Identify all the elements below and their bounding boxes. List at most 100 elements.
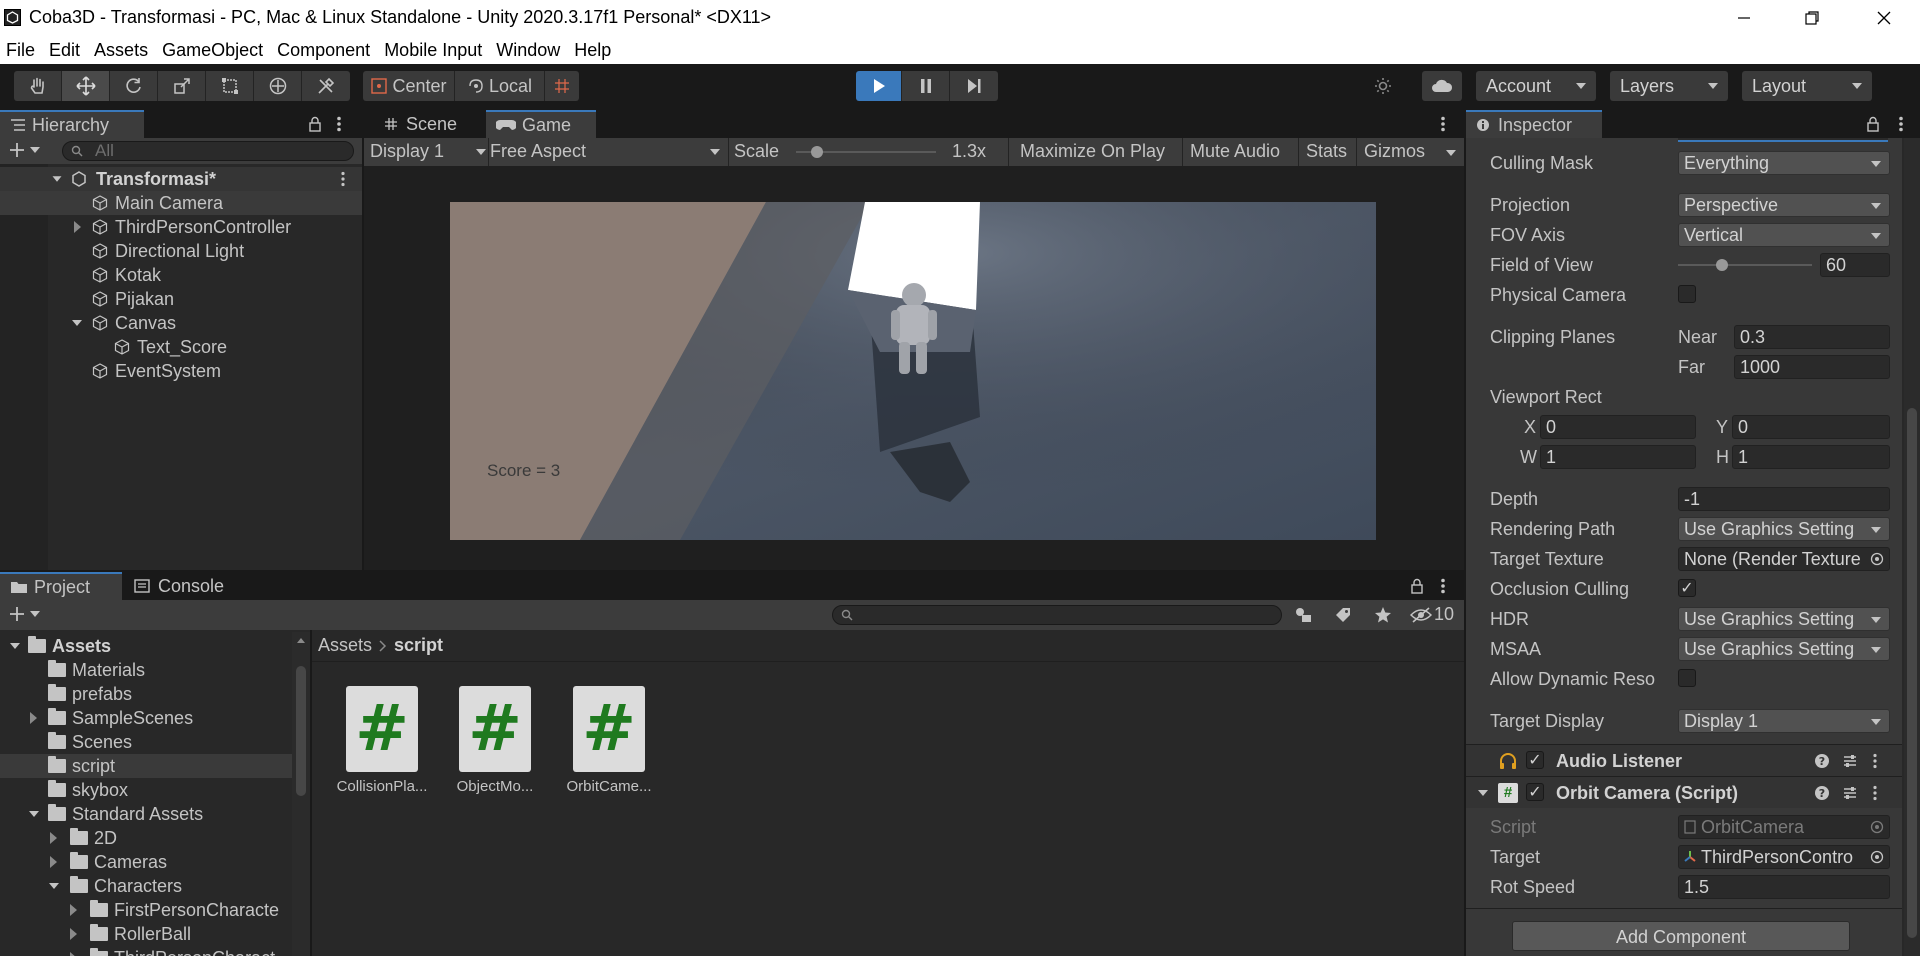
stats-toggle[interactable]: Stats (1306, 141, 1347, 162)
kebab-menu-icon[interactable] (336, 116, 342, 132)
occlusion-culling-checkbox[interactable]: ✓ (1678, 579, 1696, 597)
target-field[interactable]: ThirdPersonContro (1678, 845, 1890, 869)
asset-objectmove[interactable]: # ObjectMo... (440, 686, 550, 806)
audio-listener-header[interactable]: ✓ Audio Listener ? (1466, 744, 1902, 776)
tree-item-skybox[interactable]: skybox (0, 778, 292, 802)
far-field[interactable]: 1000 (1734, 355, 1890, 379)
expand-arrow-icon[interactable] (52, 176, 62, 182)
close-button[interactable] (1852, 0, 1916, 36)
kebab-menu-icon[interactable] (1872, 785, 1878, 801)
breadcrumb-script[interactable]: script (394, 635, 443, 656)
menu-file[interactable]: File (6, 40, 35, 61)
tree-item-characters[interactable]: Characters (0, 874, 292, 898)
gizmos-chevron-icon[interactable] (1446, 150, 1456, 156)
play-button[interactable] (856, 71, 902, 101)
gizmos-toggle[interactable]: Gizmos (1364, 141, 1425, 162)
menu-edit[interactable]: Edit (49, 40, 80, 61)
near-field[interactable]: 0.3 (1734, 325, 1890, 349)
msaa-dropdown[interactable]: Use Graphics Setting (1678, 637, 1890, 661)
mute-audio-toggle[interactable]: Mute Audio (1190, 141, 1280, 162)
hierarchy-item-pijakan[interactable]: Pijakan (0, 287, 362, 311)
tab-scene[interactable]: Scene (374, 110, 484, 138)
hand-tool-icon[interactable] (14, 71, 62, 101)
fov-value-field[interactable]: 60 (1820, 253, 1890, 277)
tree-item-assets[interactable]: Assets (0, 634, 292, 658)
depth-field[interactable]: -1 (1678, 487, 1890, 511)
allow-dynamic-checkbox[interactable] (1678, 669, 1696, 687)
presets-icon[interactable] (1842, 753, 1858, 769)
hierarchy-item-main-camera[interactable]: Main Camera (0, 191, 362, 215)
minimize-button[interactable] (1712, 0, 1776, 36)
orbit-camera-header[interactable]: # ✓ Orbit Camera (Script) ? (1466, 776, 1902, 808)
rot-speed-field[interactable]: 1.5 (1678, 875, 1890, 899)
hierarchy-item-eventsystem[interactable]: EventSystem (0, 359, 362, 383)
transform-tool-icon[interactable] (254, 71, 302, 101)
viewport-x-field[interactable]: 0 (1540, 415, 1696, 439)
hdr-dropdown[interactable]: Use Graphics Setting (1678, 607, 1890, 631)
rect-tool-icon[interactable] (206, 71, 254, 101)
viewport-h-field[interactable]: 1 (1732, 445, 1890, 469)
expand-arrow-icon[interactable] (72, 320, 82, 326)
layers-dropdown[interactable]: Layers (1610, 71, 1728, 101)
add-component-button[interactable]: Add Component (1512, 921, 1850, 951)
project-tree-scrollbar[interactable] (292, 632, 310, 956)
object-picker-icon[interactable] (1870, 850, 1884, 864)
hierarchy-item-kotak[interactable]: Kotak (0, 263, 362, 287)
menu-help[interactable]: Help (574, 40, 611, 61)
physical-camera-checkbox[interactable] (1678, 285, 1696, 303)
aspect-dropdown[interactable]: Free Aspect (490, 141, 720, 162)
tree-item-script[interactable]: script (0, 754, 292, 778)
move-tool-icon[interactable] (62, 71, 110, 101)
kebab-menu-icon[interactable] (1898, 116, 1904, 132)
rendering-path-dropdown[interactable]: Use Graphics Setting (1678, 517, 1890, 541)
tab-hierarchy[interactable]: Hierarchy (0, 110, 144, 138)
tree-item-thirdpersoncharacter[interactable]: ThirdPersonCharact (0, 946, 292, 956)
expand-arrow-icon[interactable] (74, 221, 81, 233)
projection-dropdown[interactable]: Perspective (1678, 193, 1890, 217)
step-button[interactable] (950, 71, 998, 101)
tab-project[interactable]: Project (0, 572, 122, 600)
viewport-w-field[interactable]: 1 (1540, 445, 1696, 469)
tree-item-cameras[interactable]: Cameras (0, 850, 292, 874)
hierarchy-search-input[interactable]: All (62, 141, 354, 161)
tree-item-prefabs[interactable]: prefabs (0, 682, 292, 706)
menu-assets[interactable]: Assets (94, 40, 148, 61)
asset-collisionplayer[interactable]: # CollisionPla... (327, 686, 437, 806)
culling-mask-dropdown[interactable]: Everything (1678, 151, 1890, 175)
asset-orbitcamera[interactable]: # OrbitCame... (554, 686, 664, 806)
custom-tools-icon[interactable] (302, 71, 350, 101)
fov-slider-thumb[interactable] (1716, 259, 1729, 271)
tree-item-samplescenes[interactable]: SampleScenes (0, 706, 292, 730)
search-by-type-icon[interactable] (1294, 606, 1314, 624)
menu-component[interactable]: Component (277, 40, 370, 61)
presets-icon[interactable] (1842, 785, 1858, 801)
target-texture-field[interactable]: None (Render Texture (1678, 547, 1890, 571)
favorite-star-icon[interactable] (1374, 606, 1392, 624)
background-field-clipped[interactable] (1678, 138, 1888, 142)
account-dropdown[interactable]: Account (1476, 71, 1596, 101)
tab-inspector[interactable]: Inspector (1466, 110, 1602, 138)
help-icon[interactable]: ? (1814, 785, 1830, 801)
tree-item-standard-assets[interactable]: Standard Assets (0, 802, 292, 826)
tab-game[interactable]: Game (486, 110, 596, 138)
project-search-input[interactable] (832, 605, 1282, 625)
menu-gameobject[interactable]: GameObject (162, 40, 263, 61)
create-button[interactable] (8, 141, 40, 159)
tree-item-rollerball[interactable]: RollerBall (0, 922, 292, 946)
pivot-center-toggle[interactable]: Center (363, 71, 455, 101)
kebab-menu-icon[interactable] (1440, 578, 1446, 594)
menu-mobile-input[interactable]: Mobile Input (384, 40, 482, 61)
grid-snap-icon[interactable] (545, 71, 579, 101)
tree-item-2d[interactable]: 2D (0, 826, 292, 850)
viewport-y-field[interactable]: 0 (1732, 415, 1890, 439)
project-tree-scroll-thumb[interactable] (296, 666, 306, 796)
cloud-icon[interactable] (1422, 71, 1462, 101)
display-dropdown[interactable]: Display 1 (370, 141, 486, 162)
create-asset-button[interactable] (8, 605, 40, 623)
label-tag-icon[interactable] (1334, 606, 1352, 624)
audio-listener-enabled-checkbox[interactable]: ✓ (1526, 751, 1544, 769)
hierarchy-item-canvas[interactable]: Canvas (0, 311, 362, 335)
fov-slider-track[interactable] (1678, 264, 1812, 266)
lock-icon[interactable] (308, 116, 322, 132)
pause-button[interactable] (902, 71, 950, 101)
